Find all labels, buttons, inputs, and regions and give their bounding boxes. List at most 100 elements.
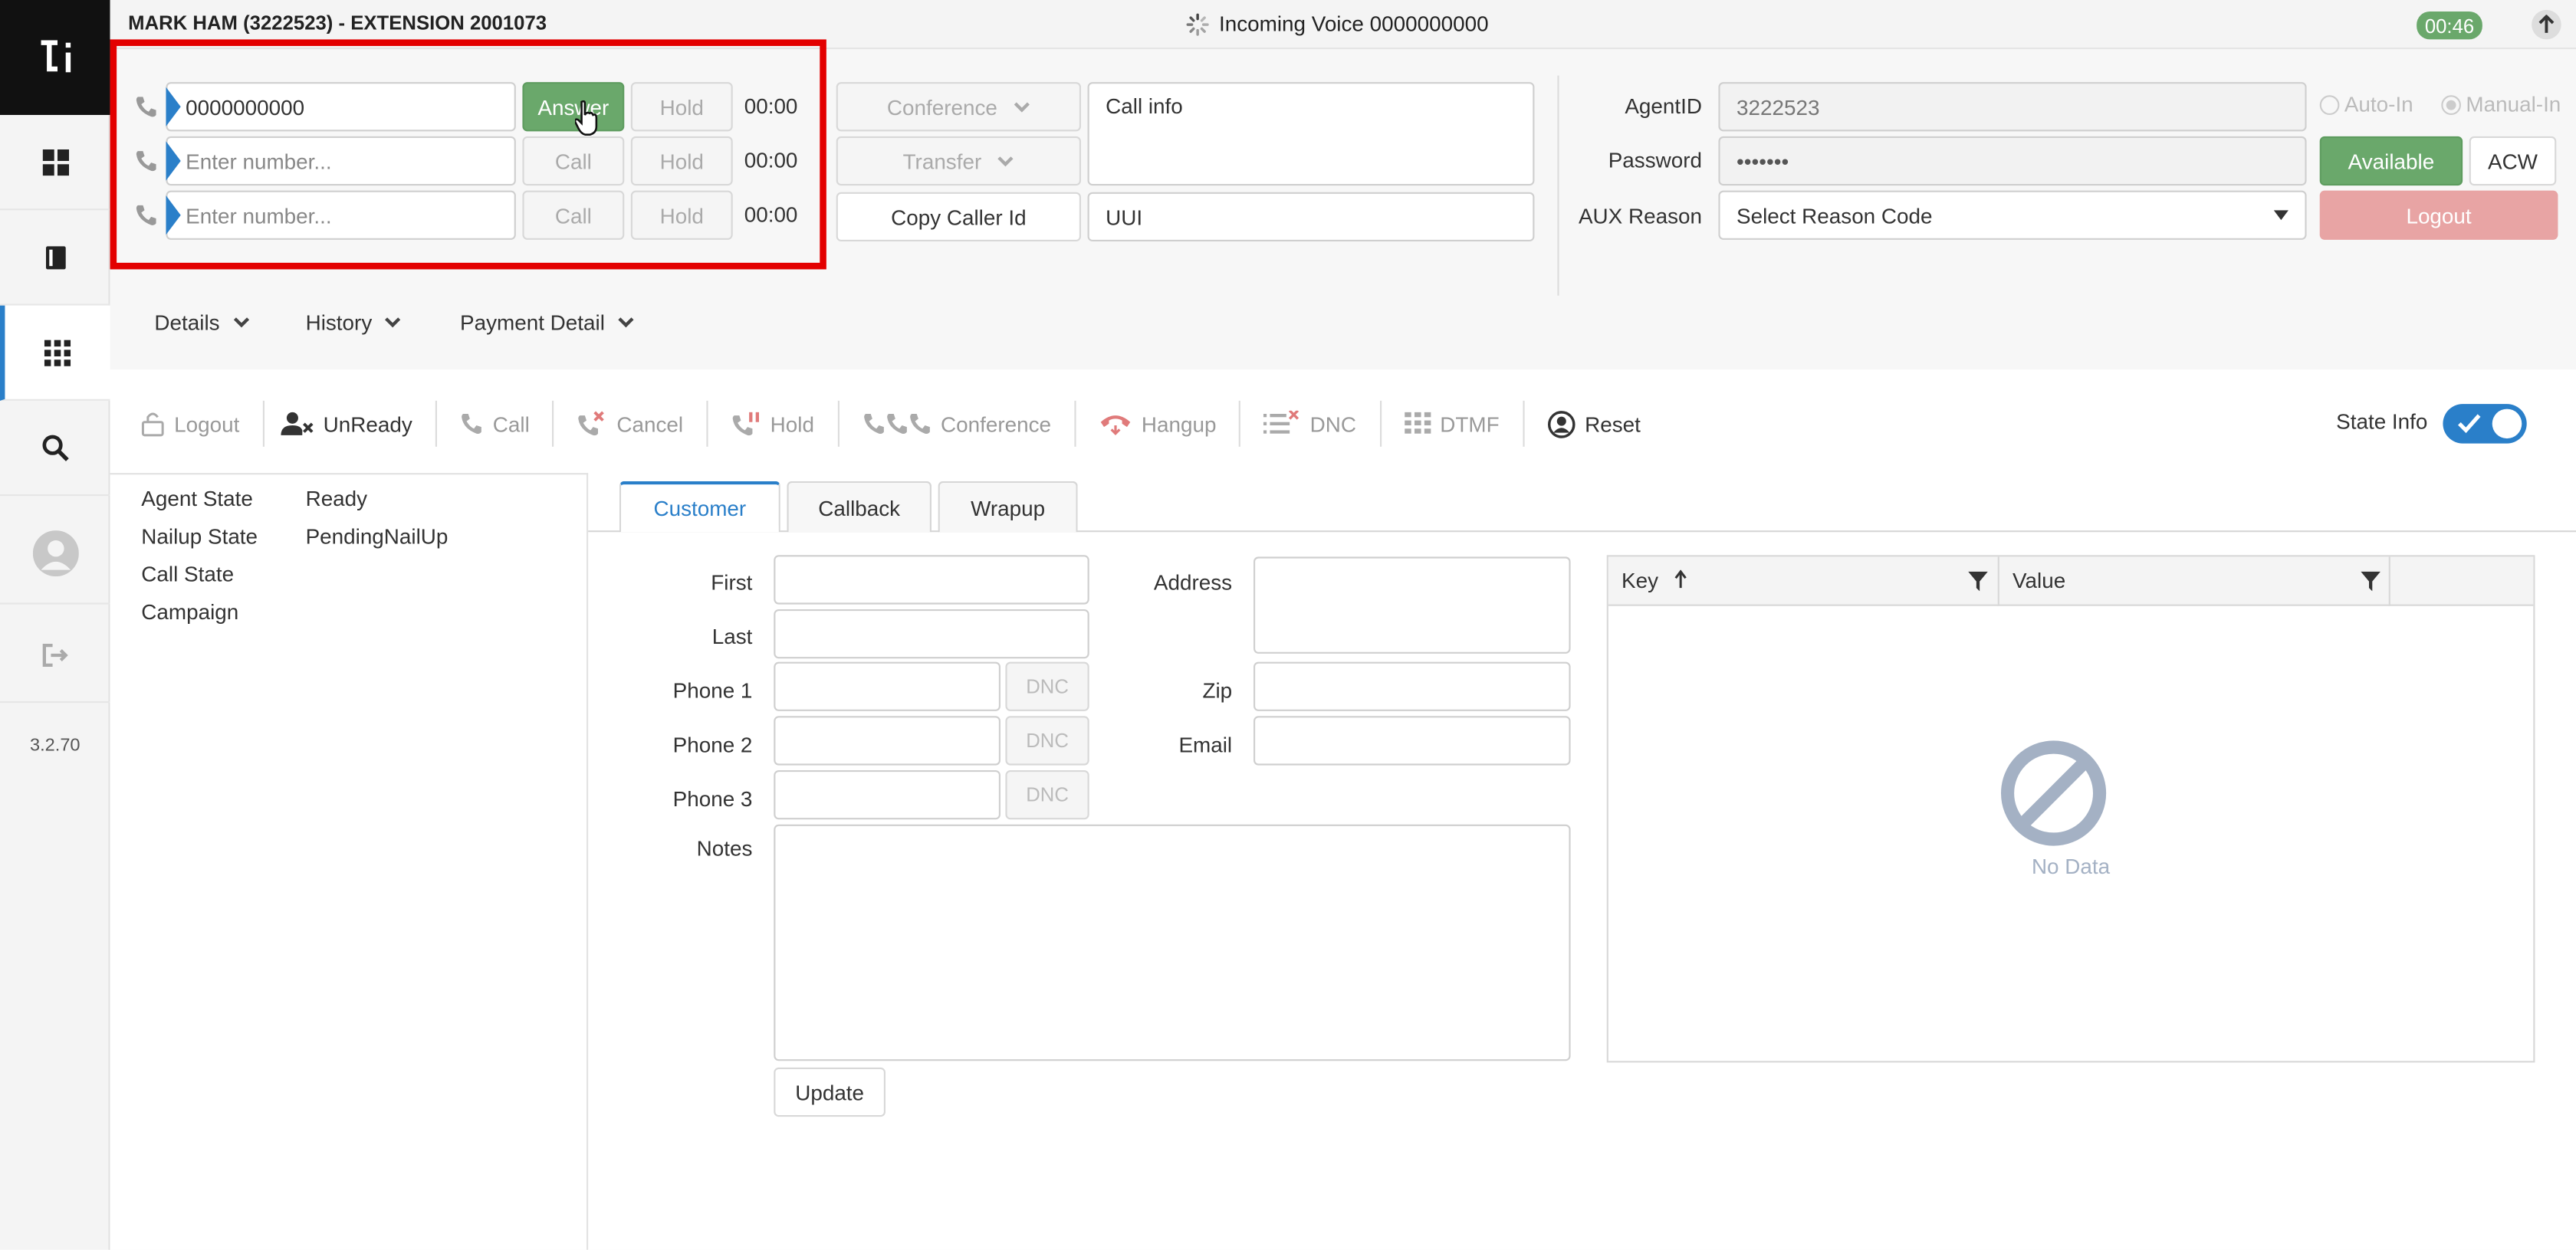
sidebar: 3.2.70 [0,0,110,1250]
nav-dashboard[interactable] [0,115,110,211]
user-x-icon [280,412,314,435]
state-panel [110,473,589,1250]
tab-wrapup[interactable]: Wrapup [938,481,1078,533]
uui-field[interactable]: UUI [1087,192,1535,241]
grid-col-value[interactable]: Value [1999,556,2390,606]
separator [1378,400,1382,447]
auto-in-radio[interactable]: Auto-In [2319,92,2413,116]
agent-logout-button[interactable]: Logout [2319,190,2558,240]
grid-col-value-label: Value [2013,568,2066,593]
no-data-label: No Data [2031,854,2111,879]
state-label: Agent State [141,486,253,511]
acw-button[interactable]: ACW [2469,136,2557,186]
logo-icon [40,40,71,73]
tab-callback[interactable]: Callback [787,481,932,533]
update-button[interactable]: Update [774,1067,886,1117]
history-label: History [305,310,373,336]
last-name-field[interactable] [774,609,1089,659]
spinner-icon [1186,12,1209,35]
copy-caller-id-button[interactable]: Copy Caller Id [836,192,1081,241]
toolbar-cancel-label: Cancel [616,411,684,436]
grid-col-key-label: Key [1622,568,1659,593]
toolbar-cancel[interactable]: Cancel [577,411,683,437]
apps-grid-icon [44,339,71,366]
toolbar-dnc[interactable]: DNC [1263,410,1356,437]
separator [435,400,437,447]
key-value-grid: Key Value No Data [1606,555,2535,1063]
notes-label: Notes [696,835,753,861]
toolbar-unready[interactable]: UnReady [280,411,412,437]
chevron-down-icon [998,156,1014,166]
nav-book[interactable] [0,210,110,306]
tab-customer[interactable]: Customer [619,481,780,533]
filter-icon[interactable] [1968,571,1988,592]
toolbar-logout[interactable]: Logout [141,411,239,437]
address-label: Address [1153,569,1233,595]
call-toolbar: Logout UnReady Call Cancel Hold Conferen… [110,394,2576,453]
state-label: Call State [141,561,235,586]
phone2-dnc-button[interactable]: DNC [1005,716,1089,766]
agent-id-field[interactable]: 3222523 [1718,82,2307,132]
nav-apps[interactable] [0,305,110,401]
manual-in-radio[interactable]: Manual-In [2441,92,2561,116]
toolbar-dnc-label: DNC [1309,411,1356,436]
toolbar-call[interactable]: Call [460,412,530,436]
list-x-icon [1263,410,1300,434]
chevron-down-icon [386,317,402,328]
password-field[interactable]: ••••••• [1718,136,2307,186]
phone-hold-icon [732,412,759,436]
nav-profile[interactable] [0,503,110,605]
aux-reason-select[interactable]: Select Reason Code [1718,190,2307,240]
call-timer-badge: 00:46 [2417,11,2482,40]
call-info-field[interactable]: Call info [1087,82,1535,186]
payment-detail-toggle[interactable]: Payment Detail [460,310,634,335]
zip-field[interactable] [1254,661,1571,711]
toolbar-reset-label: Reset [1585,411,1641,436]
nav-signout[interactable] [0,608,110,704]
toolbar-dtmf-label: DTMF [1440,411,1500,436]
state-value: Ready [305,486,368,511]
phone3-dnc-button[interactable]: DNC [1005,769,1089,820]
phone1-field[interactable] [774,661,1001,711]
address-field[interactable] [1254,556,1571,654]
toolbar-dtmf[interactable]: DTMF [1404,411,1500,437]
phone2-field[interactable] [774,716,1001,766]
hangup-icon [1100,415,1130,435]
state-info-label: State Info [2336,408,2428,434]
email-field[interactable] [1254,716,1571,766]
radio-circle [2319,94,2340,114]
toolbar-conference[interactable]: Conference [862,412,1051,436]
history-toggle[interactable]: History [306,310,402,335]
call-info-text: Call info [1106,94,1183,119]
check-icon [2458,414,2481,434]
phone2-label: Phone 2 [672,732,753,757]
grid-col-key[interactable]: Key [1608,556,1999,606]
conference-dropdown[interactable]: Conference [836,82,1081,132]
filter-icon[interactable] [2361,571,2380,592]
state-value: PendingNailUp [305,523,449,549]
first-name-field[interactable] [774,555,1089,605]
scroll-top-button[interactable] [2532,9,2561,40]
toolbar-hangup[interactable]: Hangup [1099,412,1216,436]
caret-down-icon [2273,210,2288,221]
first-label: First [711,569,753,595]
phone1-dnc-button[interactable]: DNC [1005,661,1089,711]
highlight-box [110,39,826,270]
state-info-toggle[interactable] [2443,404,2527,444]
agent-id-label: AgentID [1625,94,1702,119]
transfer-dropdown[interactable]: Transfer [836,136,1081,186]
toolbar-reset[interactable]: Reset [1547,410,1641,438]
payment-detail-label: Payment Detail [460,310,605,336]
separator [262,400,264,447]
notes-field[interactable] [774,824,1571,1061]
phone3-field[interactable] [774,769,1001,820]
conference-icon [863,414,929,434]
lock-icon [141,412,164,437]
available-button[interactable]: Available [2319,136,2463,186]
toolbar-hold[interactable]: Hold [731,411,814,437]
separator [1074,400,1076,447]
agent-title: MARK HAM (3222523) - EXTENSION 2001073 [128,11,547,34]
nav-search[interactable] [0,401,110,497]
status-text: Incoming Voice 0000000000 [1219,11,1489,37]
details-toggle[interactable]: Details [154,310,249,335]
